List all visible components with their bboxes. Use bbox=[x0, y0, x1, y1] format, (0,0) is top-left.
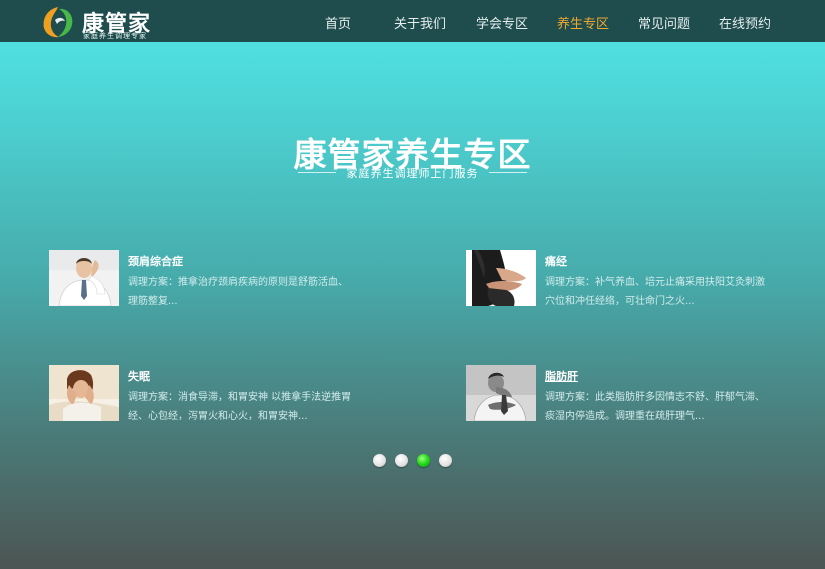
logo-leaf-icon bbox=[43, 7, 73, 38]
article-card[interactable]: 痛经 调理方案：补气养血、培元止痛采用扶阳艾灸刺激穴位和冲任经络，可壮命门之火.… bbox=[466, 250, 796, 310]
carousel-dot-4[interactable] bbox=[439, 454, 452, 467]
nav-item-about[interactable]: 关于我们 bbox=[394, 13, 446, 32]
nav-item-faq[interactable]: 常见问题 bbox=[638, 13, 690, 32]
woman-abdomen-pain-photo-icon bbox=[466, 250, 536, 306]
carousel-dot-3[interactable] bbox=[417, 454, 430, 467]
carousel-pagination bbox=[373, 454, 463, 468]
article-card[interactable]: 失眠 调理方案：消食导滞，和胃安神 以推拿手法逆推胃经、心包经，泻胃火和心火，和… bbox=[49, 365, 379, 425]
article-card[interactable]: 颈肩综合症 调理方案：推拿治疗颈肩疾病的原则是舒筋活血、理筋整复... bbox=[49, 250, 379, 310]
logo[interactable]: 康管家 家庭养生调理专家 bbox=[40, 4, 170, 40]
logo-subtitle: 家庭养生调理专家 bbox=[83, 32, 147, 40]
nav-item-home[interactable]: 首页 bbox=[325, 13, 351, 32]
card-title[interactable]: 脂肪肝 bbox=[545, 368, 578, 384]
card-description: 调理方案：推拿治疗颈肩疾病的原则是舒筋活血、理筋整复... bbox=[128, 277, 348, 307]
card-description: 调理方案：补气养血、培元止痛采用扶阳艾灸刺激穴位和冲任经络，可壮命门之火... bbox=[545, 277, 765, 307]
hero-right-divider bbox=[489, 172, 527, 173]
hero-subtitle: 家庭养生调理师上门服务 bbox=[346, 167, 479, 180]
card-title[interactable]: 失眠 bbox=[128, 368, 150, 384]
man-stomach-pain-photo-icon bbox=[466, 365, 536, 421]
card-description: 调理方案：消食导滞，和胃安神 以推拿手法逆推胃经、心包经，泻胃火和心火，和胃安神… bbox=[128, 392, 352, 422]
card-title[interactable]: 颈肩综合症 bbox=[128, 253, 183, 269]
card-title[interactable]: 痛经 bbox=[545, 253, 567, 269]
hero-subtitle-row: 家庭养生调理师上门服务 bbox=[0, 165, 825, 181]
nav-item-wellness[interactable]: 养生专区 bbox=[557, 13, 609, 32]
nav-item-booking[interactable]: 在线预约 bbox=[719, 13, 771, 32]
top-header: 康管家 家庭养生调理专家 首页 关于我们 学会专区 养生专区 常见问题 在线预约 bbox=[0, 0, 825, 42]
woman-insomnia-photo-icon bbox=[49, 365, 119, 421]
carousel-dot-1[interactable] bbox=[373, 454, 386, 467]
card-description: 调理方案：此类脂肪肝多因情志不舒、肝郁气滞、痰湿内停造成。调理重在疏肝理气... bbox=[545, 392, 765, 422]
nav-item-academy[interactable]: 学会专区 bbox=[476, 13, 528, 32]
office-man-neck-pain-photo-icon bbox=[49, 250, 119, 306]
carousel-dot-2[interactable] bbox=[395, 454, 408, 467]
article-card[interactable]: 脂肪肝 调理方案：此类脂肪肝多因情志不舒、肝郁气滞、痰湿内停造成。调理重在疏肝理… bbox=[466, 365, 796, 425]
